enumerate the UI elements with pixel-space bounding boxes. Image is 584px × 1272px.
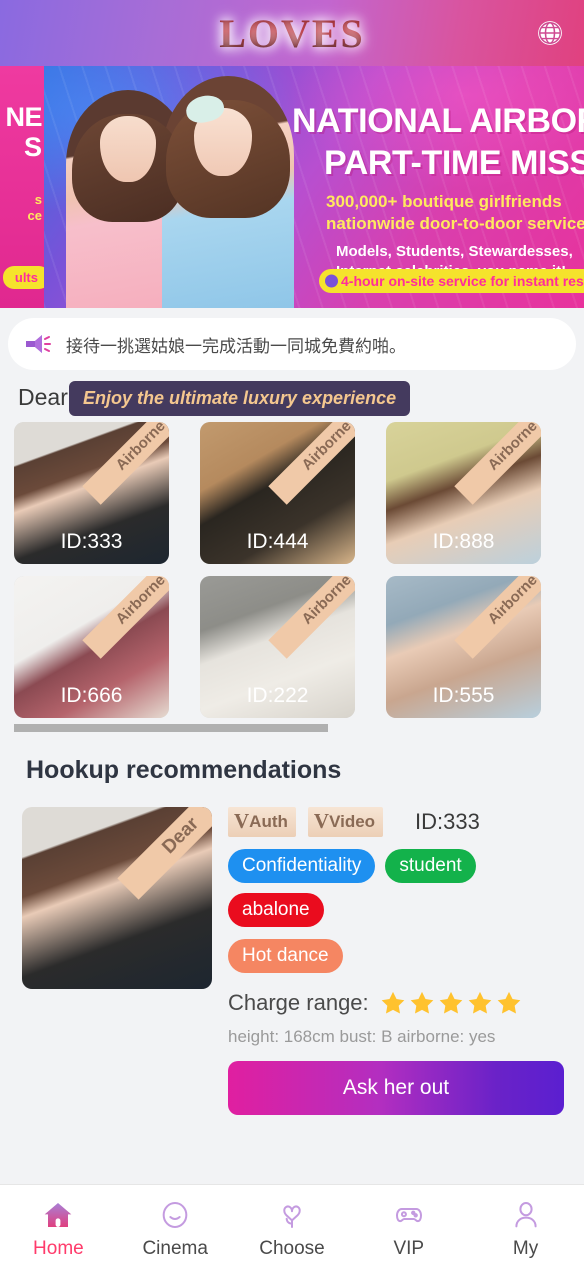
gallery-scrollbar[interactable]: [14, 724, 570, 732]
gallery-item[interactable]: Airborne ID:444: [200, 422, 355, 564]
star-icon: [497, 991, 520, 1014]
tab-home[interactable]: Home: [0, 1198, 117, 1260]
promo-banner-carousel[interactable]: NE S s ce ults NATIONAL AIRBORN PART-TIM…: [0, 66, 584, 308]
bottom-tab-bar: Home Cinema Choose VIP My: [0, 1184, 584, 1272]
recommendation-photo[interactable]: Dear: [22, 807, 212, 989]
gallery-scrollbar-thumb[interactable]: [14, 724, 328, 732]
tab-choose[interactable]: Choose: [234, 1198, 351, 1260]
app-root: LOVES NE S s ce ults NATIONAL AIRBO PART…: [0, 0, 584, 1272]
gallery-item-id: ID:555: [432, 684, 495, 707]
gallery-item[interactable]: Airborne ID:333: [14, 422, 169, 564]
profile-stats-line: height: 168cm bust: B airborne: yes: [228, 1027, 496, 1046]
person-icon: [509, 1198, 543, 1232]
tab-cinema[interactable]: Cinema: [117, 1198, 234, 1260]
language-globe-button[interactable]: [533, 16, 567, 50]
banner-previous-slide-edge[interactable]: NE S s ce ults: [0, 66, 44, 308]
gallery-item[interactable]: Airborne ID:555: [386, 576, 541, 718]
tag-confidentiality[interactable]: Confidentiality: [228, 849, 376, 883]
tab-cinema-label: Cinema: [142, 1237, 208, 1259]
star-icon: [468, 991, 491, 1014]
banner-prev-subtext: s ce: [27, 192, 42, 224]
gallery-item-id: ID:222: [246, 684, 309, 707]
smiley-face-icon: [158, 1198, 192, 1232]
ask-her-out-button[interactable]: Ask her out: [228, 1061, 564, 1115]
gallery-scroll-area[interactable]: Airborne ID:333 Airborne ID:444 Airborne…: [0, 418, 584, 732]
gallery-item[interactable]: Airborne ID:666: [14, 576, 169, 718]
charge-range-stars: [379, 989, 523, 1017]
tab-choose-label: Choose: [259, 1237, 325, 1259]
banner-active-slide[interactable]: NATIONAL AIRBORN PART-TIME MISS 300,000+…: [44, 66, 584, 308]
video-badge-text: Video: [329, 812, 376, 831]
banner-headline-line2: PART-TIME MISS: [324, 144, 584, 182]
announcement-bar[interactable]: 接待一挑選姑娘一完成活動一同城免費約啪。: [8, 318, 576, 370]
megaphone-icon: [26, 335, 51, 353]
tab-my[interactable]: My: [467, 1198, 584, 1260]
tab-home-label: Home: [33, 1237, 84, 1259]
banner-prev-pill: ults: [2, 266, 44, 289]
home-icon: [41, 1198, 75, 1232]
banner-service-pill: 4-hour on-site service for instant resul…: [319, 269, 584, 293]
auth-badge-mark: V: [234, 809, 250, 833]
recommendation-id: ID:333: [415, 809, 480, 834]
charge-range-label: Charge range:: [228, 990, 369, 1015]
luxury-experience-tooltip: Enjoy the ultimate luxury experience: [69, 381, 411, 416]
gallery-item[interactable]: Airborne ID:222: [200, 576, 355, 718]
banner-pill-label: 4-hour on-site service for instant resul…: [341, 273, 584, 289]
tag-student[interactable]: student: [385, 849, 476, 883]
star-icon: [439, 991, 462, 1014]
tab-vip-label: VIP: [393, 1237, 425, 1259]
tab-my-label: My: [512, 1237, 539, 1259]
heart-icon: [275, 1198, 309, 1232]
banner-models-photo: [66, 70, 296, 308]
video-verified-badge: VVideo: [307, 807, 384, 837]
banner-pill-dot-icon: [325, 274, 338, 288]
gallery-item[interactable]: Airborne ID:888: [386, 422, 541, 564]
dear-label: Dear: [18, 384, 68, 410]
attribute-tag-row: Confidentiality student abalone: [228, 849, 564, 927]
globe-icon: [538, 21, 562, 45]
gallery-item-id: ID:444: [246, 530, 309, 553]
app-header: LOVES: [0, 0, 584, 66]
recommendation-card[interactable]: Dear VAuth VVideo ID:333 Confidentiality…: [0, 785, 584, 1115]
video-badge-mark: V: [313, 809, 330, 833]
star-icon: [410, 991, 433, 1014]
auth-verified-badge: VAuth: [228, 807, 296, 837]
banner-headline-line1: NATIONAL AIRBORN: [292, 102, 584, 140]
verification-badge-row: VAuth VVideo ID:333: [228, 807, 564, 837]
charge-range-row: Charge range:: [228, 989, 564, 1017]
tag-abalone[interactable]: abalone: [228, 893, 324, 927]
gallery-item-id: ID:666: [60, 684, 123, 707]
star-icon: [381, 991, 404, 1014]
hookup-recommendations-title: Hookup recommendations: [26, 756, 342, 784]
announcement-text: 接待一挑選姑娘一完成活動一同城免費約啪。: [66, 336, 406, 357]
banner-prev-headline-2: S: [23, 132, 42, 162]
gallery-grid: Airborne ID:333 Airborne ID:444 Airborne…: [0, 422, 584, 718]
banner-prev-headline-1: NE: [5, 102, 42, 132]
tab-vip[interactable]: VIP: [350, 1198, 467, 1260]
dear-section-header: Dear Enjoy the ultimate luxury experienc…: [0, 378, 584, 418]
app-brand-title: LOVES: [219, 10, 365, 56]
tag-hot-dance[interactable]: Hot dance: [228, 939, 343, 973]
gallery-item-id: ID:888: [432, 530, 495, 553]
attribute-tag-row-second: Hot dance: [228, 939, 564, 973]
recommendation-details: VAuth VVideo ID:333 Confidentiality stud…: [228, 807, 564, 1115]
banner-subtext-yellow: 300,000+ boutique girlfriends nationwide…: [326, 192, 584, 234]
auth-badge-text: Auth: [249, 812, 288, 831]
notice-bar-wrapper: 接待一挑選姑娘一完成活動一同城免費約啪。: [0, 308, 584, 370]
gallery-item-id: ID:333: [60, 530, 123, 553]
dear-ribbon-label: Dear: [117, 807, 212, 900]
gamepad-icon: [392, 1198, 426, 1232]
